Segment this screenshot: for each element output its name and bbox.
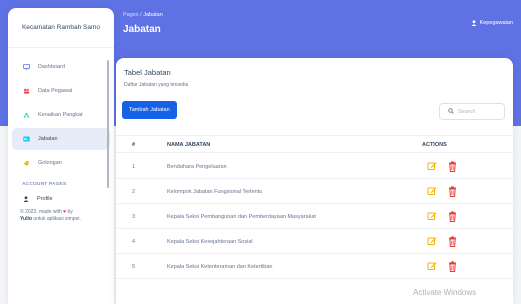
edit-icon[interactable] bbox=[427, 211, 437, 221]
sidebar-item-kenaikan-pangkat[interactable]: Kenaikan Pangkat bbox=[12, 104, 110, 126]
edit-icon[interactable] bbox=[427, 261, 437, 271]
sidebar-item-profile[interactable]: Profile bbox=[8, 191, 114, 207]
sidebar: Kecamatan Rambah Samo Dashboard Data Peg… bbox=[8, 8, 114, 304]
row-name: Kelompok Jabatan Fungsional Tertentu bbox=[167, 189, 263, 195]
row-number: 1 bbox=[132, 164, 136, 170]
breadcrumb-current: Jabatan bbox=[143, 12, 163, 18]
card-title: Tabel Jabatan bbox=[124, 68, 171, 77]
column-header-number: # bbox=[132, 142, 136, 148]
add-jabatan-button[interactable]: Tambah Jabatan bbox=[122, 101, 177, 119]
jabatan-card: Tabel Jabatan Daftar Jabatan yang tersed… bbox=[116, 58, 513, 304]
row-number: 5 bbox=[132, 264, 136, 270]
sidebar-item-label: Jabatan bbox=[38, 136, 58, 142]
footer-credit: © 2023, made with ♥ by Yulio untuk aplik… bbox=[20, 209, 81, 222]
card-subtitle: Daftar Jabatan yang tersedia bbox=[124, 82, 189, 88]
edit-icon[interactable] bbox=[427, 236, 437, 246]
heart-icon: ♥ bbox=[63, 209, 67, 215]
trash-icon[interactable] bbox=[448, 261, 457, 272]
table-header: # NAMA JABATAN ACTIONS bbox=[116, 135, 513, 153]
user-icon bbox=[471, 20, 477, 26]
user-menu[interactable]: Kepegawaian bbox=[471, 20, 513, 26]
sidebar-item-label: Dashboard bbox=[38, 64, 65, 70]
trash-icon[interactable] bbox=[448, 186, 457, 197]
column-header-nama-jabatan: NAMA JABATAN bbox=[167, 142, 211, 148]
activate-windows-watermark: Activate Windows bbox=[413, 288, 477, 297]
breadcrumb: Pages / Jabatan bbox=[123, 12, 163, 18]
table-row: 4 Kepala Seksi Kesejahteraan Sosial bbox=[116, 229, 513, 254]
sidebar-item-dashboard[interactable]: Dashboard bbox=[12, 56, 110, 78]
sidebar-scrollbar[interactable] bbox=[107, 60, 109, 188]
sidebar-nav: Dashboard Data Pegawai Kenaikan Pangkat … bbox=[8, 48, 114, 174]
user-name: Kepegawaian bbox=[479, 20, 513, 26]
brand-name[interactable]: Kecamatan Rambah Samo bbox=[8, 8, 114, 48]
table-row: 5 Kepala Seksi Ketenteraman dan Ketertib… bbox=[116, 254, 513, 279]
monitor-icon bbox=[20, 64, 32, 70]
sidebar-item-label: Kenaikan Pangkat bbox=[38, 112, 83, 118]
row-number: 4 bbox=[132, 239, 136, 245]
sidebar-item-golongan[interactable]: Golongan bbox=[12, 152, 110, 174]
sidebar-item-label: Data Pegawai bbox=[38, 88, 73, 94]
row-name: Kepala Seksi Ketenteraman dan Ketertiban bbox=[167, 264, 273, 270]
sidebar-item-label: Golongan bbox=[38, 160, 62, 166]
table-row: 2 Kelompok Jabatan Fungsional Tertentu bbox=[116, 179, 513, 204]
trash-icon[interactable] bbox=[448, 161, 457, 172]
row-name: Bendahara Pengeluaran bbox=[167, 164, 227, 170]
section-title-account: ACCOUNT PAGES bbox=[22, 182, 67, 187]
search-icon bbox=[448, 107, 454, 116]
sidebar-item-label: Profile bbox=[37, 196, 53, 202]
search-placeholder: Search bbox=[458, 108, 476, 115]
trash-icon[interactable] bbox=[448, 236, 457, 247]
column-header-actions: ACTIONS bbox=[422, 142, 447, 148]
page-title: Jabatan bbox=[123, 24, 161, 35]
edit-icon[interactable] bbox=[427, 161, 437, 171]
id-card-icon bbox=[20, 136, 32, 142]
table-row: 1 Bendahara Pengeluaran bbox=[116, 154, 513, 179]
tag-icon bbox=[20, 160, 32, 167]
edit-icon[interactable] bbox=[427, 186, 437, 196]
sidebar-item-data-pegawai[interactable]: Data Pegawai bbox=[12, 80, 110, 102]
sidebar-item-jabatan[interactable]: Jabatan bbox=[12, 128, 110, 150]
user-icon bbox=[20, 196, 32, 202]
trash-icon[interactable] bbox=[448, 211, 457, 222]
search-input[interactable]: Search bbox=[439, 103, 505, 120]
breadcrumb-root[interactable]: Pages bbox=[123, 12, 139, 18]
row-number: 3 bbox=[132, 214, 136, 220]
row-name: Kepala Seksi Pembangunan dan Pemberdayaa… bbox=[167, 214, 316, 220]
table-row: 3 Kepala Seksi Pembangunan dan Pemberday… bbox=[116, 204, 513, 229]
chart-up-icon bbox=[20, 112, 32, 118]
row-number: 2 bbox=[132, 189, 136, 195]
row-name: Kepala Seksi Kesejahteraan Sosial bbox=[167, 239, 253, 245]
author-name: Yulio bbox=[20, 216, 32, 222]
users-icon bbox=[20, 88, 32, 94]
topbar: Pages / Jabatan Jabatan Kepegawaian bbox=[123, 12, 513, 48]
